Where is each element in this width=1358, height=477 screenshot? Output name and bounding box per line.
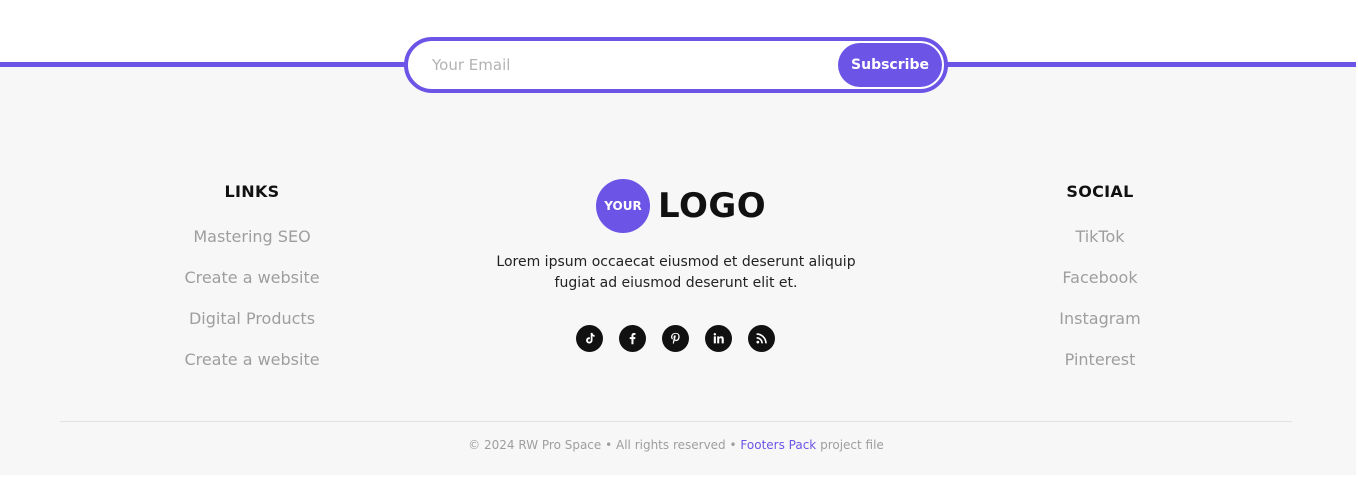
list-item: Instagram <box>980 309 1220 350</box>
footer-link-create-website[interactable]: Create a website <box>184 268 319 287</box>
footer-link-create-website-2[interactable]: Create a website <box>184 350 319 369</box>
social-icon-row <box>576 325 775 352</box>
logo-text: LOGO <box>658 186 767 226</box>
linkedin-icon[interactable] <box>705 325 732 352</box>
footer-link-mastering-seo[interactable]: Mastering SEO <box>193 227 310 246</box>
subscribe-button[interactable]: Subscribe <box>838 43 942 87</box>
social-link-facebook[interactable]: Facebook <box>1062 268 1137 287</box>
description-line: fugiat ad eiusmod deserunt elit et. <box>554 275 798 291</box>
footer-divider <box>60 421 1292 422</box>
logo[interactable]: YOUR LOGO <box>596 179 766 233</box>
social-link-pinterest[interactable]: Pinterest <box>1065 350 1136 369</box>
list-item: Pinterest <box>980 350 1220 391</box>
rss-icon[interactable] <box>748 325 775 352</box>
links-heading: LINKS <box>224 182 280 201</box>
pinterest-icon[interactable] <box>662 325 689 352</box>
logo-badge: YOUR <box>596 179 650 233</box>
copyright-prefix: © 2024 RW Pro Space • All rights reserve… <box>468 438 737 452</box>
tiktok-icon[interactable] <box>576 325 603 352</box>
email-input[interactable] <box>432 41 832 89</box>
list-item: Facebook <box>980 268 1220 309</box>
footers-pack-link[interactable]: Footers Pack <box>740 438 816 452</box>
description-line: Lorem ipsum occaecat eiusmod et deserunt… <box>496 254 856 270</box>
social-link-tiktok[interactable]: TikTok <box>1075 227 1124 246</box>
list-item: Create a website <box>132 350 372 391</box>
brand-description: Lorem ipsum occaecat eiusmod et deserunt… <box>480 252 872 294</box>
list-item: TikTok <box>980 227 1220 268</box>
social-link-instagram[interactable]: Instagram <box>1059 309 1140 328</box>
facebook-icon[interactable] <box>619 325 646 352</box>
copyright-text: © 2024 RW Pro Space • All rights reserve… <box>0 438 1352 452</box>
social-heading: SOCIAL <box>1066 182 1134 201</box>
newsletter-form: Subscribe <box>404 37 948 93</box>
list-item: Mastering SEO <box>132 227 372 268</box>
footer-link-digital-products[interactable]: Digital Products <box>189 309 315 328</box>
copyright-suffix: project file <box>820 438 884 452</box>
links-list: Mastering SEO Create a website Digital P… <box>132 227 372 391</box>
list-item: Digital Products <box>132 309 372 350</box>
social-list: TikTok Facebook Instagram Pinterest <box>980 227 1220 391</box>
list-item: Create a website <box>132 268 372 309</box>
